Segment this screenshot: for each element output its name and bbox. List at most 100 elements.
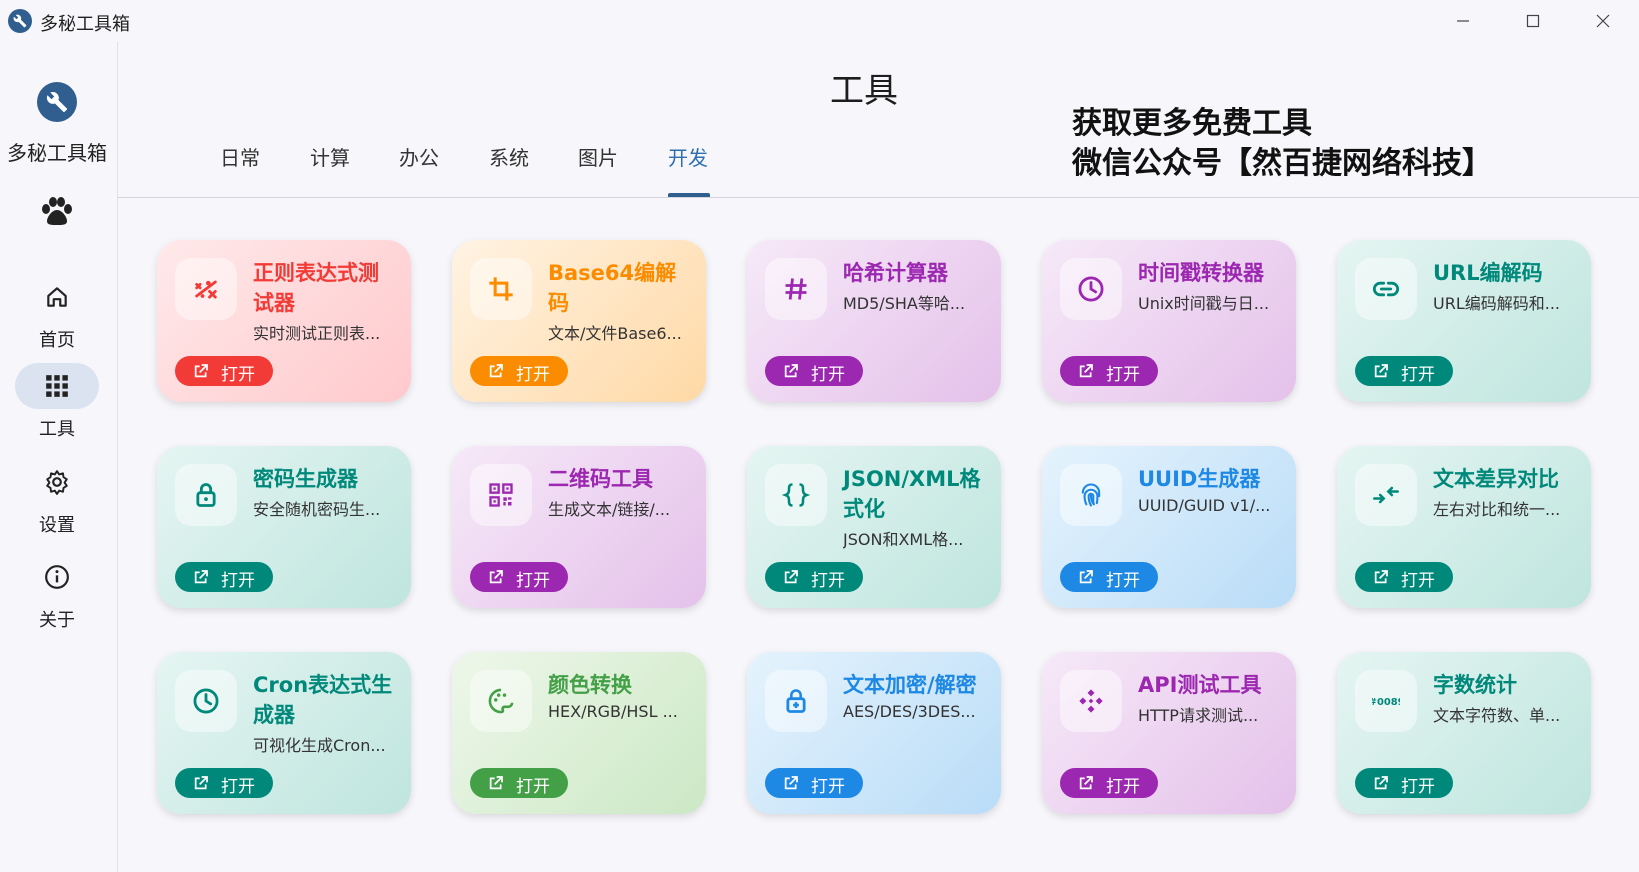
tool-icon-box [765,258,827,320]
title-bar: 多秘工具箱 [0,0,1639,42]
tool-icon-box [1060,464,1122,526]
tool-card[interactable]: Cron表达式生成器可视化生成Cron... 打开 [157,652,411,814]
tool-icon-box [470,670,532,732]
open-tool-button[interactable]: 打开 [765,356,863,386]
tab-system[interactable]: 系统 [489,142,529,171]
gear-icon [46,470,68,495]
tool-card[interactable]: 正则表达式测试器 实时测试正则表... 打开 [157,240,411,402]
logo-wrench-icon [37,82,77,122]
tool-card[interactable]: URL编解码 URL编码解码和... 打开 [1337,240,1591,402]
nav-item-tools[interactable]: 工具 [0,363,114,447]
open-tool-button[interactable]: 打开 [1060,562,1158,592]
tool-card[interactable]: 二维码工具 生成文本/链接/... 打开 [452,446,706,608]
tool-card-description: 文本字符数、单... [1433,706,1561,725]
tool-card-description: JSON和XML格... [843,530,964,549]
open-tool-button[interactable]: 打开 [765,562,863,592]
tool-card[interactable]: 密码生成器安全随机密码生... 打开 [157,446,411,608]
tool-card[interactable]: 哈希计算器 MD5/SHA等哈... 打开 [747,240,1001,402]
open-external-icon [194,364,208,378]
nav-item-home[interactable]: 首页 [0,274,114,358]
open-button-label: 打开 [516,365,550,385]
nav-label-home: 首页 [39,330,75,351]
lock-plus-icon [786,689,806,713]
open-tool-button[interactable]: 打开 [1060,356,1158,386]
close-icon [1596,14,1610,28]
nav-label-tools: 工具 [39,419,75,440]
open-tool-button[interactable]: 打开 [175,562,273,592]
tool-card[interactable]: 文本差异对比 左右对比和统一... 打开 [1337,446,1591,608]
tool-card-title: 时间戳转换器 [1138,261,1264,285]
open-external-icon [1079,570,1093,584]
clock-icon [1078,276,1104,302]
nav-item-settings[interactable]: 设置 [0,459,114,543]
tool-card[interactable]: UUID生成器 UUID/GUID v1/... 打开 [1042,446,1296,608]
tool-card[interactable]: 文本加密/解密 AES/DES/3DES... 打开 [747,652,1001,814]
page-title: 工具 [830,71,898,111]
minimize-icon [1457,20,1469,22]
open-button-label: 打开 [1401,571,1435,591]
tab-daily[interactable]: 日常 [220,142,260,171]
open-tool-button[interactable]: 打开 [1355,356,1453,386]
open-tool-button[interactable]: 打开 [1355,562,1453,592]
open-tool-button[interactable]: 打开 [1060,768,1158,798]
app-wrench-icon [8,9,32,33]
open-tool-button[interactable]: 打开 [470,562,568,592]
tool-card-description: 左右对比和统一... [1433,500,1561,519]
open-tool-button[interactable]: 打开 [470,768,568,798]
hash-icon [785,278,807,300]
tool-icon-box: AB#00897b [1355,670,1417,732]
open-tool-button[interactable]: 打开 [765,768,863,798]
palette-icon [488,688,514,714]
open-tool-button[interactable]: 打开 [1355,768,1453,798]
nav-item-about[interactable]: 关于 [0,554,114,638]
open-button-label: 打开 [221,777,255,797]
apps-grid-icon [46,375,68,397]
home-icon [47,287,67,307]
open-button-label: 打开 [1106,365,1140,385]
tool-card[interactable]: AB#00897b 字数统计文本字符数、单... 打开 [1337,652,1591,814]
tool-card[interactable]: 颜色转换 HEX/RGB/HSL ... 打开 [452,652,706,814]
tool-card-description: MD5/SHA等哈... [843,294,966,313]
tool-icon-box [765,464,827,526]
tool-icon-box [1060,258,1122,320]
open-button-label: 打开 [516,571,550,591]
minimize-button[interactable] [1440,6,1486,36]
tool-card[interactable]: JSON/XML格式化 JSON和XML格... 打开 [747,446,1001,608]
sidebar: 多秘工具箱 首页 工具 设置 关于 [0,42,117,872]
tool-card-title: 颜色转换 [548,673,632,697]
open-tool-button[interactable]: 打开 [175,768,273,798]
tool-card-description: HEX/RGB/HSL ... [548,702,678,721]
tool-icon-box [1060,670,1122,732]
tool-card-description: 可视化生成Cron... [253,736,386,755]
open-external-icon [784,776,798,790]
tab-images[interactable]: 图片 [578,142,618,171]
tool-card-title: 密码生成器 [253,467,358,491]
open-tool-button[interactable]: 打开 [175,356,273,386]
open-external-icon [489,776,503,790]
tool-icon-box [1355,258,1417,320]
regex-icon [195,280,217,299]
tool-card-title: URL编解码 [1433,261,1543,285]
open-button-label: 打开 [1401,365,1435,385]
tab-calculate[interactable]: 计算 [310,142,350,171]
tab-office[interactable]: 办公 [399,142,439,171]
svg-text:AB#00897b: AB#00897b [1372,697,1400,708]
open-tool-button[interactable]: 打开 [470,356,568,386]
tool-card-description: 安全随机密码生... [253,500,381,519]
open-button-label: 打开 [516,777,550,797]
tool-card[interactable]: 时间戳转换器 Unix时间戳与日... 打开 [1042,240,1296,402]
tool-card[interactable]: Base64编解码 文本/文件Base6... 打开 [452,240,706,402]
tool-card-title: Cron表达式生成器 [253,673,393,727]
maximize-button[interactable] [1510,6,1556,36]
open-button-label: 打开 [811,571,845,591]
abc-icon: AB#00897b [1372,697,1400,708]
tool-card-title: 正则表达式测试器 [253,261,379,315]
close-button[interactable] [1580,6,1626,36]
open-button-label: 打开 [221,365,255,385]
info-icon [45,565,69,589]
tool-card[interactable]: API测试工具 HTTP请求测试... 打开 [1042,652,1296,814]
paw-icon[interactable] [40,197,74,231]
tab-development[interactable]: 开发 [668,142,708,171]
tool-icon-box [470,464,532,526]
tool-card-title: 文本加密/解密 [843,673,977,697]
